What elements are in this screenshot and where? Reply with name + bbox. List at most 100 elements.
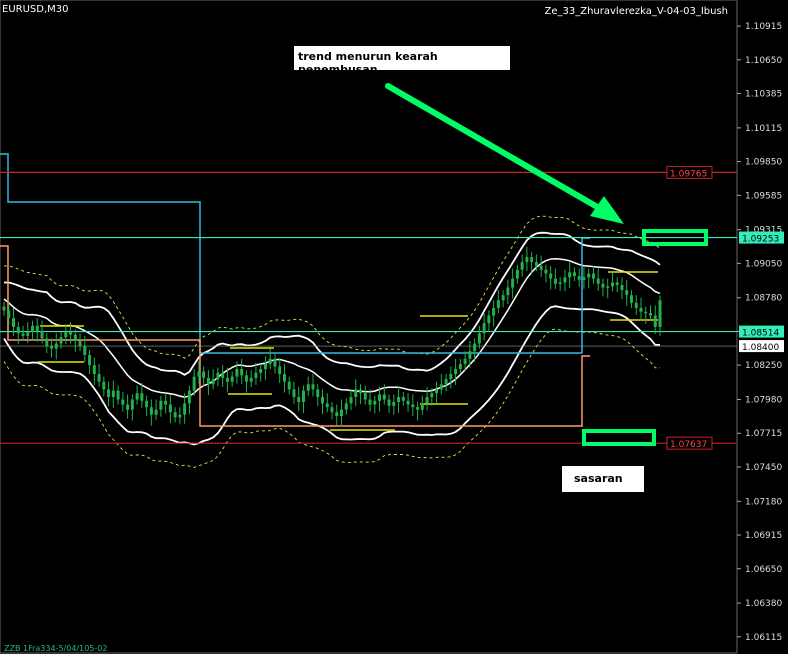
band-middle xyxy=(3,257,661,398)
candle-body-92 xyxy=(439,384,443,390)
candle-body-30 xyxy=(145,400,149,408)
price-axis: 1.10915 1.10650 1.10385 1.10115 1.09850 1.095… xyxy=(666,22,784,643)
candle-body-6 xyxy=(31,325,35,333)
candle-body-101 xyxy=(482,323,486,334)
candle-body-28 xyxy=(135,393,139,400)
candle-body-49 xyxy=(235,368,239,377)
plot-frame xyxy=(0,0,738,654)
tick-label-15: 1.06915 xyxy=(745,531,782,541)
candle-body-120 xyxy=(572,272,576,277)
price-tag-3: 1.08400 xyxy=(742,343,779,353)
candle-body-39 xyxy=(187,390,191,404)
tick-label-4: 1.09850 xyxy=(745,158,782,168)
candle-body-127 xyxy=(606,286,610,288)
trend-note[interactable]: trend menurun kearah penembusan xyxy=(294,46,510,76)
candle-body-102 xyxy=(487,315,491,324)
candle-body-1 xyxy=(7,310,11,319)
candle-body-33 xyxy=(159,400,163,410)
candle-body-56 xyxy=(268,358,272,364)
candle-body-83 xyxy=(397,396,401,403)
candle-body-88 xyxy=(420,403,424,410)
candle-body-27 xyxy=(130,399,134,410)
candle-body-38 xyxy=(183,403,187,415)
candle-body-11 xyxy=(54,343,58,349)
candle-body-84 xyxy=(401,396,405,401)
candle-body-80 xyxy=(382,394,386,400)
candle-body-34 xyxy=(164,400,168,405)
tick-label-3: 1.10115 xyxy=(745,124,782,134)
trend-arrow-head xyxy=(590,196,624,224)
symbol-label: EURUSD,M30 xyxy=(2,4,69,15)
candle-body-122 xyxy=(582,277,586,280)
candle-body-62 xyxy=(297,396,301,403)
candle-body-16 xyxy=(78,340,82,347)
candle-body-41 xyxy=(197,371,201,377)
candle-body-64 xyxy=(306,384,310,391)
candle-body-76 xyxy=(363,393,367,400)
candle-body-98 xyxy=(468,351,472,359)
candle-body-17 xyxy=(83,346,87,355)
candle-body-124 xyxy=(591,273,595,279)
candle-body-91 xyxy=(435,389,439,394)
cyan-step-line xyxy=(0,153,590,354)
candle-body-36 xyxy=(173,412,177,418)
candle-body-79 xyxy=(378,394,382,401)
candle-body-129 xyxy=(615,282,619,286)
candle-body-55 xyxy=(263,363,267,369)
trend-arrow-shaft xyxy=(385,83,609,215)
candle-body-137 xyxy=(653,315,657,327)
candle-body-77 xyxy=(368,399,372,405)
candle-body-94 xyxy=(449,374,453,380)
chart-grid xyxy=(0,0,738,654)
candle-body-128 xyxy=(610,282,614,287)
tick-label-5: 1.09585 xyxy=(745,191,782,201)
candle-body-107 xyxy=(511,278,515,288)
tick-label-13: 1.07450 xyxy=(745,463,782,473)
target-box xyxy=(582,429,656,446)
candle-body-21 xyxy=(102,381,106,390)
price-tag-1: 1.09253 xyxy=(742,235,779,245)
candle-body-74 xyxy=(354,389,358,397)
candle-body-37 xyxy=(178,414,182,418)
candle-body-53 xyxy=(254,372,258,378)
candle-body-51 xyxy=(244,375,248,382)
candle-body-0 xyxy=(2,306,6,311)
tick-label-7: 1.09050 xyxy=(745,259,782,269)
candle-body-35 xyxy=(168,404,172,413)
candle-body-25 xyxy=(121,399,125,405)
candle-body-86 xyxy=(411,404,415,408)
candle-body-65 xyxy=(311,384,315,390)
candle-body-18 xyxy=(88,354,92,366)
candle-body-20 xyxy=(97,374,101,382)
candle-body-110 xyxy=(525,257,529,263)
candle-body-71 xyxy=(340,409,344,417)
candle-body-44 xyxy=(211,379,215,385)
candle-body-95 xyxy=(454,368,458,375)
candle-body-73 xyxy=(349,396,353,404)
candle-body-43 xyxy=(206,377,210,385)
target-note[interactable]: sasaran xyxy=(562,466,644,492)
candle-body-46 xyxy=(221,372,225,378)
candle-body-12 xyxy=(59,337,63,344)
candle-body-121 xyxy=(577,276,581,280)
candle-body-59 xyxy=(282,374,286,382)
candle-body-13 xyxy=(64,332,68,338)
candle-body-119 xyxy=(568,272,572,278)
candle-body-10 xyxy=(50,346,54,349)
candle-body-96 xyxy=(458,363,462,369)
candle-body-116 xyxy=(553,278,557,284)
price-tag-0: 1.09765 xyxy=(670,169,707,179)
candle-body-67 xyxy=(320,396,324,404)
candle-body-104 xyxy=(496,300,500,308)
candle-body-130 xyxy=(620,285,624,291)
tick-label-16: 1.06650 xyxy=(745,565,782,575)
candle-body-60 xyxy=(287,381,291,390)
candle-body-47 xyxy=(225,377,229,382)
candle-body-132 xyxy=(629,295,633,303)
candle-body-105 xyxy=(501,295,505,301)
candle-body-113 xyxy=(539,265,543,270)
tick-label-1: 1.10650 xyxy=(745,56,782,66)
candle-body-63 xyxy=(301,390,305,403)
candle-body-87 xyxy=(416,407,420,410)
price-tag-4: 1.07637 xyxy=(670,440,707,450)
